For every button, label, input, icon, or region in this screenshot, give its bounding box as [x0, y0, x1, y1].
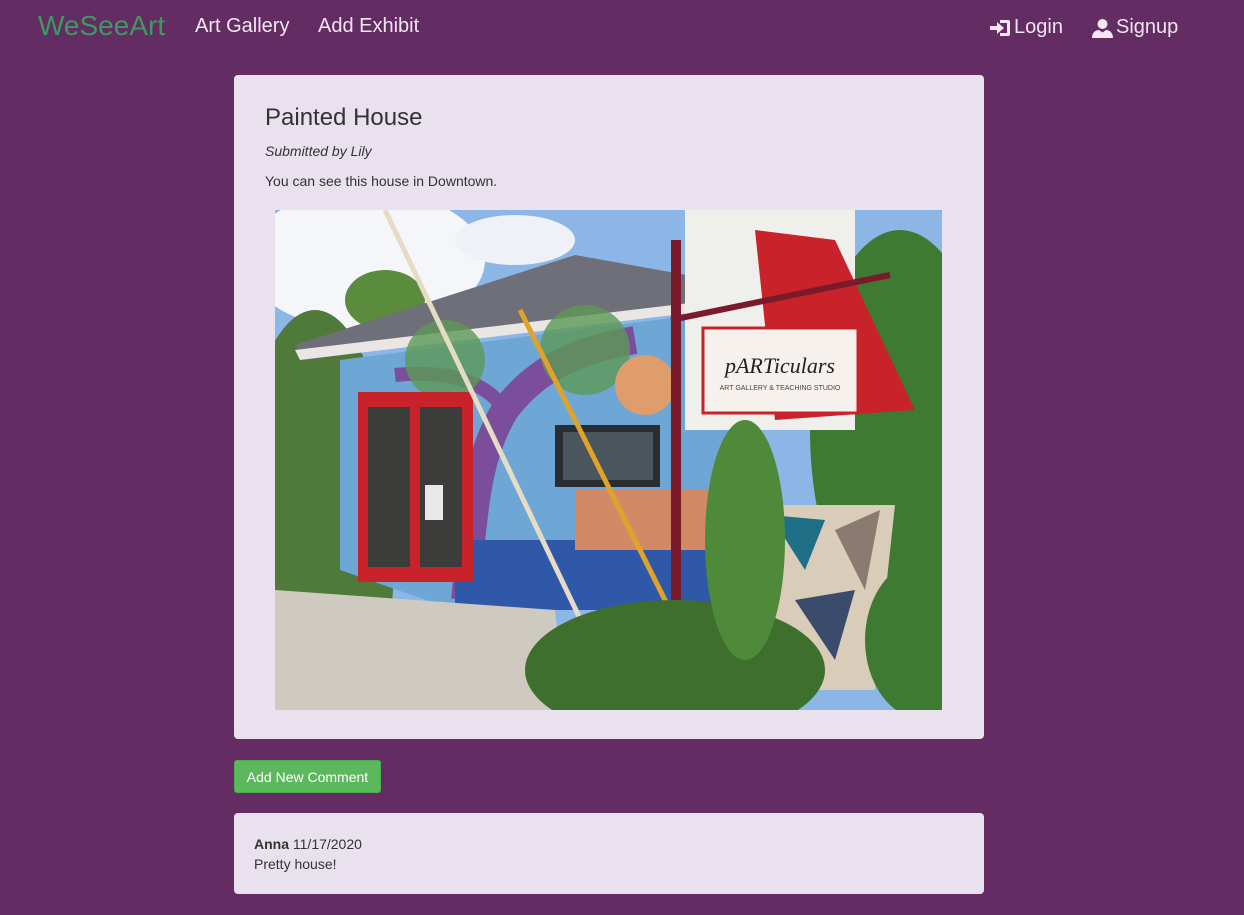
- brand-link[interactable]: WeSeeArt: [38, 10, 165, 42]
- signup-label: Signup: [1116, 16, 1179, 38]
- login-link[interactable]: Login: [989, 16, 1063, 39]
- comment-card: Anna 11/17/2020 Pretty house!: [234, 813, 984, 894]
- comment-header: Anna 11/17/2020: [254, 836, 362, 852]
- exhibit-submitted-by: Submitted by Lily: [265, 143, 372, 159]
- nav-art-gallery[interactable]: Art Gallery: [195, 15, 289, 38]
- user-icon: [1092, 18, 1113, 38]
- painted-house-photo: pARTiculars ART GALLERY & TEACHING STUDI…: [275, 210, 942, 710]
- exhibit-description: You can see this house in Downtown.: [265, 173, 498, 189]
- photo-sign-text: pARTiculars: [723, 353, 835, 378]
- login-label: Login: [1014, 16, 1063, 38]
- exhibit-title: Painted House: [265, 104, 423, 131]
- navbar: WeSeeArt Art Gallery Add Exhibit Login S…: [0, 0, 1244, 56]
- nav-add-exhibit[interactable]: Add Exhibit: [318, 15, 419, 38]
- add-comment-button[interactable]: Add New Comment: [234, 760, 381, 793]
- photo-sign-subtext: ART GALLERY & TEACHING STUDIO: [720, 385, 841, 392]
- comment-text: Pretty house!: [254, 856, 337, 872]
- log-in-icon: [990, 19, 1010, 36]
- exhibit-image: pARTiculars ART GALLERY & TEACHING STUDI…: [275, 210, 942, 710]
- comment-date: 11/17/2020: [292, 836, 362, 852]
- exhibit-card: Painted House Submitted by Lily You can …: [234, 75, 984, 739]
- signup-link[interactable]: Signup: [1092, 16, 1178, 39]
- comment-author: Anna: [254, 836, 289, 852]
